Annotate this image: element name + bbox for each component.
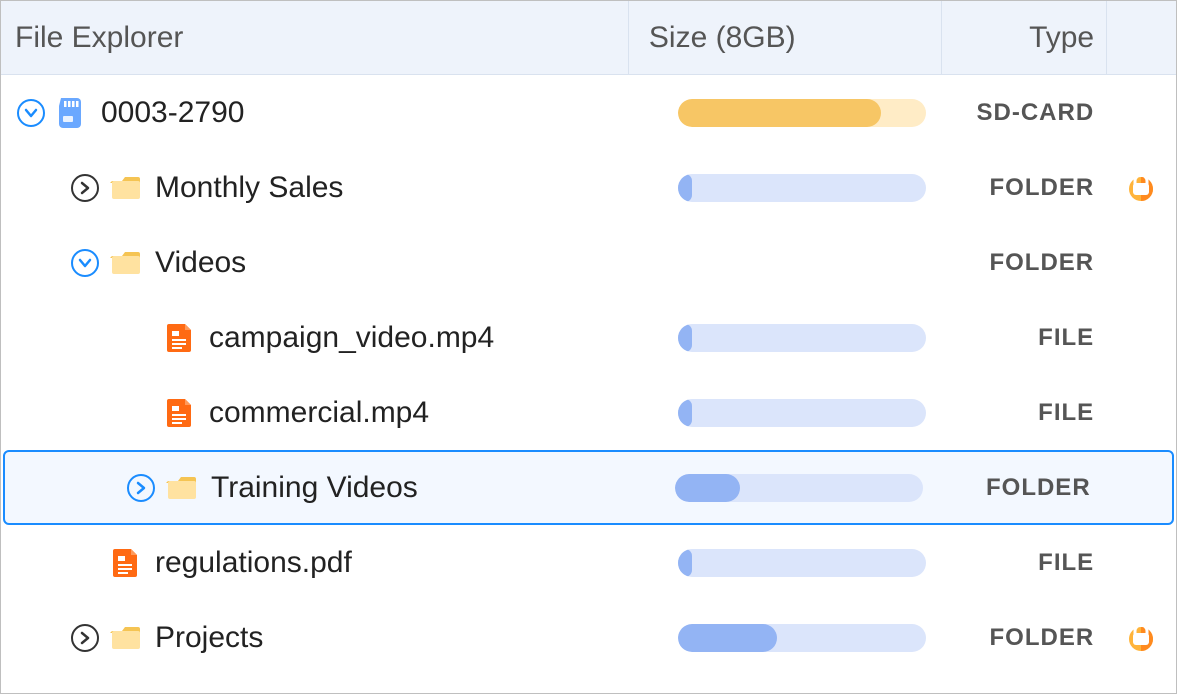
size-bar [678, 549, 926, 577]
item-label: commercial.mp4 [209, 396, 429, 430]
size-cell [628, 174, 942, 202]
name-cell: Videos [1, 225, 628, 300]
name-cell: Training Videos [5, 452, 625, 523]
expand-toggle[interactable] [127, 474, 155, 502]
tree-row-commercial[interactable]: commercial.mp4 FILE [1, 375, 1176, 450]
type-label: FILE [942, 324, 1107, 352]
item-label: regulations.pdf [155, 546, 352, 580]
tree-row-training[interactable]: Training Videos FOLDER [3, 450, 1174, 525]
type-label: FILE [942, 549, 1107, 577]
name-cell: regulations.pdf [1, 525, 628, 600]
size-bar [678, 99, 926, 127]
sdcard-icon [55, 96, 89, 130]
size-cell [628, 324, 942, 352]
size-cell [628, 624, 942, 652]
size-cell [628, 99, 942, 127]
expand-toggle[interactable] [71, 174, 99, 202]
tree-row-campaign[interactable]: campaign_video.mp4 FILE [1, 300, 1176, 375]
item-label: 0003-2790 [101, 96, 244, 130]
folder-icon [165, 471, 199, 505]
file-icon [163, 396, 197, 430]
size-bar [678, 624, 926, 652]
lock-cell [1106, 618, 1176, 657]
tree-row-projects[interactable]: Projects FOLDER [1, 600, 1176, 675]
item-label: Training Videos [211, 471, 418, 505]
header-row: File Explorer Size (8GB) Type [1, 1, 1176, 75]
size-cell [628, 399, 942, 427]
name-cell: Projects [1, 600, 628, 675]
header-name[interactable]: File Explorer [1, 21, 628, 55]
tree-row-regulations[interactable]: regulations.pdf FILE [1, 525, 1176, 600]
header-lock [1106, 1, 1176, 74]
item-label: Monthly Sales [155, 171, 343, 205]
size-bar [678, 399, 926, 427]
expand-toggle[interactable] [71, 624, 99, 652]
collapse-toggle[interactable] [71, 249, 99, 277]
item-label: Videos [155, 246, 246, 280]
type-label: FILE [942, 399, 1107, 427]
type-label: FOLDER [942, 174, 1107, 202]
type-label: FOLDER [941, 249, 1106, 277]
tree-row-videos[interactable]: Videos FOLDER [1, 225, 1176, 300]
type-label: FOLDER [942, 624, 1107, 652]
item-label: campaign_video.mp4 [209, 321, 494, 355]
folder-icon [109, 171, 143, 205]
size-cell [625, 474, 939, 502]
folder-icon [109, 621, 143, 655]
size-bar [675, 474, 923, 502]
name-cell: 0003-2790 [1, 75, 628, 150]
type-label: FOLDER [939, 474, 1103, 502]
tree-row-monthly[interactable]: Monthly Sales FOLDER [1, 150, 1176, 225]
file-icon [163, 321, 197, 355]
name-cell: commercial.mp4 [1, 375, 628, 450]
lock-icon [1124, 618, 1158, 657]
name-cell: Monthly Sales [1, 150, 628, 225]
file-icon [109, 546, 143, 580]
folder-icon [109, 246, 143, 280]
tree-row-root[interactable]: 0003-2790 SD-CARD [1, 75, 1176, 150]
item-label: Projects [155, 621, 263, 655]
size-cell [628, 549, 942, 577]
header-type[interactable]: Type [941, 1, 1106, 74]
header-size[interactable]: Size (8GB) [628, 1, 941, 74]
lock-cell [1106, 168, 1176, 207]
lock-icon [1124, 168, 1158, 207]
collapse-toggle[interactable] [17, 99, 45, 127]
size-bar [678, 174, 926, 202]
type-label: SD-CARD [942, 99, 1107, 127]
size-bar [678, 324, 926, 352]
name-cell: campaign_video.mp4 [1, 300, 628, 375]
